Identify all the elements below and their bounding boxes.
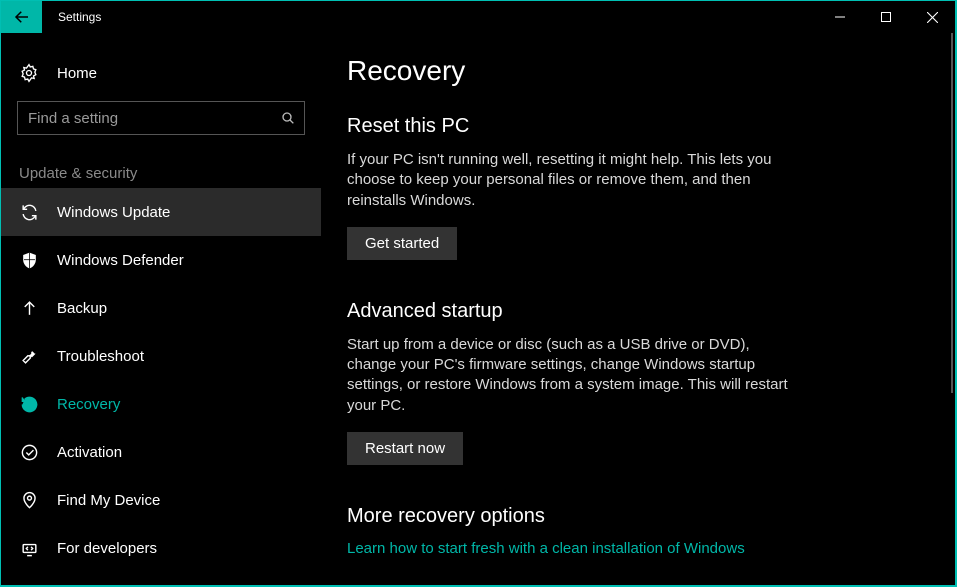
sidebar-item-for-developers[interactable]: For developers xyxy=(1,524,321,572)
close-button[interactable] xyxy=(909,1,955,33)
window-controls xyxy=(817,1,955,33)
search-box[interactable] xyxy=(17,101,305,135)
minimize-icon xyxy=(835,12,845,22)
advanced-description: Start up from a device or disc (such as … xyxy=(347,335,797,416)
home-button[interactable]: Home xyxy=(1,49,321,97)
advanced-heading: Advanced startup xyxy=(347,300,905,323)
home-label: Home xyxy=(57,65,97,82)
learn-fresh-install-link[interactable]: Learn how to start fresh with a clean in… xyxy=(347,540,745,557)
sidebar-category: Update & security xyxy=(1,145,321,188)
titlebar-spacer[interactable] xyxy=(101,1,817,33)
sidebar-item-troubleshoot[interactable]: Troubleshoot xyxy=(1,332,321,380)
sidebar-item-windows-defender[interactable]: Windows Defender xyxy=(1,236,321,284)
reset-description: If your PC isn't running well, resetting… xyxy=(347,150,797,211)
restart-now-button[interactable]: Restart now xyxy=(347,432,463,465)
backup-arrow-icon xyxy=(19,298,39,318)
sidebar-item-label: For developers xyxy=(57,540,157,557)
sidebar-item-label: Troubleshoot xyxy=(57,348,144,365)
maximize-button[interactable] xyxy=(863,1,909,33)
sidebar-item-label: Backup xyxy=(57,300,107,317)
get-started-button[interactable]: Get started xyxy=(347,227,457,260)
sync-icon xyxy=(19,202,39,222)
minimize-button[interactable] xyxy=(817,1,863,33)
arrow-left-icon xyxy=(13,8,31,26)
wrench-icon xyxy=(19,346,39,366)
sidebar-item-recovery[interactable]: Recovery xyxy=(1,380,321,428)
reset-heading: Reset this PC xyxy=(347,115,905,138)
window-body: Home Update & security Wi xyxy=(1,33,955,585)
titlebar: Settings xyxy=(1,1,955,33)
scrollbar[interactable] xyxy=(951,33,953,393)
search-input[interactable] xyxy=(28,110,280,127)
sidebar-item-activation[interactable]: Activation xyxy=(1,428,321,476)
sidebar: Home Update & security Wi xyxy=(1,33,321,585)
check-circle-icon xyxy=(19,442,39,462)
more-options-heading: More recovery options xyxy=(347,505,905,528)
settings-window: Settings Home xyxy=(1,1,955,585)
sidebar-item-label: Windows Update xyxy=(57,204,170,221)
sidebar-item-label: Activation xyxy=(57,444,122,461)
location-icon xyxy=(19,490,39,510)
close-icon xyxy=(927,12,938,23)
search-icon xyxy=(280,110,296,126)
sidebar-item-windows-update[interactable]: Windows Update xyxy=(1,188,321,236)
history-icon xyxy=(19,394,39,414)
sidebar-item-label: Windows Defender xyxy=(57,252,184,269)
maximize-icon xyxy=(881,12,891,22)
sidebar-item-label: Recovery xyxy=(57,396,120,413)
developer-icon xyxy=(19,538,39,558)
gear-icon xyxy=(19,63,39,83)
back-button[interactable] xyxy=(1,1,42,33)
main-content: Recovery Reset this PC If your PC isn't … xyxy=(321,33,955,585)
sidebar-item-backup[interactable]: Backup xyxy=(1,284,321,332)
page-title: Recovery xyxy=(347,55,905,87)
sidebar-item-find-my-device[interactable]: Find My Device xyxy=(1,476,321,524)
window-title: Settings xyxy=(42,1,101,33)
sidebar-item-label: Find My Device xyxy=(57,492,160,509)
search-wrap xyxy=(1,97,321,145)
shield-icon xyxy=(19,250,39,270)
